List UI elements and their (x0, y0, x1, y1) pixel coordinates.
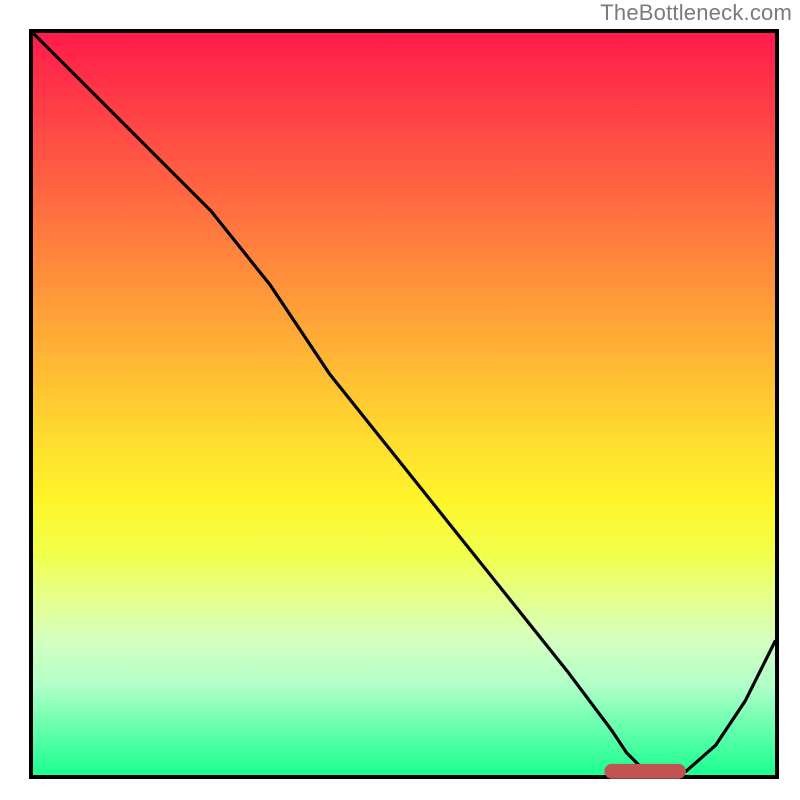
chart-frame (29, 29, 779, 779)
chart-svg (33, 33, 775, 775)
optimal-range-marker (604, 764, 686, 779)
credit-text: TheBottleneck.com (600, 0, 792, 26)
bottleneck-curve (33, 33, 775, 771)
